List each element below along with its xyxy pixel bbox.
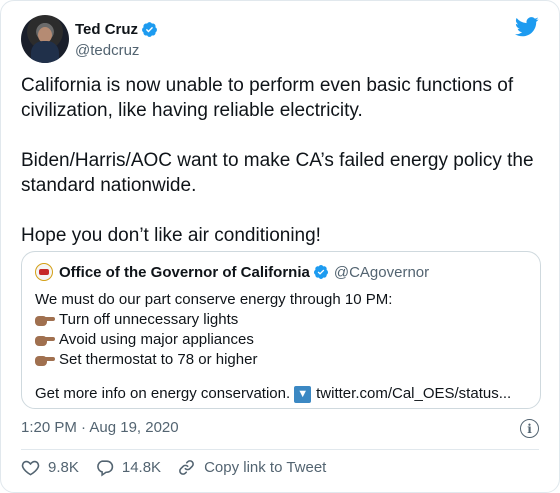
action-bar: 9.8K 14.8K Copy link to Tweet (21, 458, 342, 477)
author-handle[interactable]: @tedcruz (75, 42, 139, 59)
reply-button[interactable]: 14.8K (95, 458, 161, 477)
reply-bubble-icon (96, 460, 113, 477)
verified-badge-icon (313, 265, 328, 279)
verified-badge-icon (142, 22, 157, 37)
tweet-header: Ted Cruz @tedcruz (21, 15, 539, 65)
author-name-row: Ted Cruz (75, 21, 158, 38)
copy-link-button[interactable]: Copy link to Tweet (177, 458, 326, 477)
quoted-more-info: Get more info on energy conservation. ▼ … (35, 384, 530, 404)
quoted-link[interactable]: twitter.com/Cal_OES/status... (316, 384, 511, 404)
copy-link-label: Copy link to Tweet (204, 459, 327, 476)
quoted-author-handle[interactable]: @CAgovernor (334, 264, 429, 281)
avatar-shirt (31, 41, 59, 63)
tweet-paragraph: Hope you don’t like air conditioning! (21, 225, 321, 246)
tweet-paragraph: California is now unable to perform even… (21, 75, 514, 121)
heart-icon (21, 460, 40, 476)
divider (21, 449, 539, 450)
author-name[interactable]: Ted Cruz (75, 21, 138, 38)
list-item: Turn off unnecessary lights (35, 310, 530, 330)
quoted-tweet[interactable]: Office of the Governor of California @CA… (21, 251, 541, 409)
tweet-text: California is now unable to perform even… (21, 73, 541, 248)
quoted-author-avatar[interactable] (35, 263, 53, 281)
quoted-tweet-body: We must do our part conserve energy thro… (35, 290, 530, 404)
quoted-author-name[interactable]: Office of the Governor of California (59, 264, 310, 281)
link-icon (179, 460, 194, 475)
list-item: Set thermostat to 78 or higher (35, 350, 530, 370)
list-item: Avoid using major appliances (35, 330, 530, 350)
author-avatar[interactable] (21, 15, 69, 63)
pointing-finger-icon (35, 353, 55, 367)
tweet-timestamp[interactable]: 1:20 PM · Aug 19, 2020 (21, 419, 179, 436)
pointing-finger-icon (35, 313, 55, 327)
bullet-text: Set thermostat to 78 or higher (59, 351, 258, 368)
reply-count: 14.8K (121, 459, 162, 476)
quoted-intro: We must do our part conserve energy thro… (35, 291, 393, 308)
info-icon[interactable]: i (520, 419, 539, 438)
like-button[interactable]: 9.8K (21, 458, 79, 477)
tweet-card: Ted Cruz @tedcruz California is now unab… (0, 0, 560, 493)
bullet-text: Avoid using major appliances (59, 331, 254, 348)
tweet-paragraph: Biden/Harris/AOC want to make CA’s faile… (21, 150, 534, 196)
bullet-text: Turn off unnecessary lights (59, 311, 239, 328)
more-info-text: Get more info on energy conservation. (35, 385, 291, 402)
quoted-tweet-header: Office of the Governor of California @CA… (35, 263, 429, 281)
pointing-finger-icon (35, 333, 55, 347)
down-arrow-icon: ▼ (294, 385, 312, 403)
twitter-bird-icon[interactable] (515, 17, 539, 37)
like-count: 9.8K (48, 459, 79, 476)
